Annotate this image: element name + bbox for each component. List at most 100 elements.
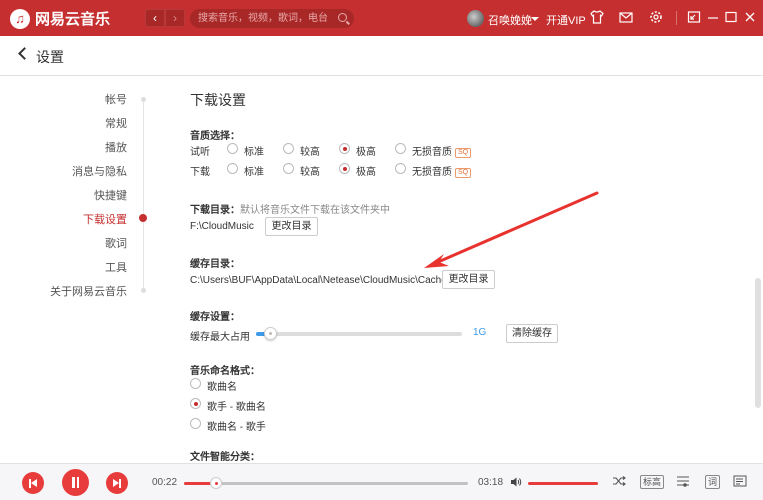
pause-button[interactable]	[62, 469, 89, 496]
gear-icon[interactable]	[648, 10, 664, 26]
search-icon[interactable]	[338, 13, 347, 22]
option-label: 极高	[356, 167, 376, 178]
settings-nav: 帐号 常规 播放 消息与隐私 快捷键 下载设置 歌词 工具 关于网易云音乐	[0, 77, 160, 463]
total-time: 03:18	[478, 477, 504, 488]
clear-cache-button[interactable]: 清除缓存	[506, 324, 558, 343]
scroll-thumb[interactable]	[755, 278, 761, 408]
change-cache-dir-button[interactable]: 更改目录	[442, 270, 495, 289]
change-download-dir-button[interactable]: 更改目录	[265, 217, 318, 236]
page-title: 设置	[36, 49, 64, 65]
option-label: 无损音质 SQ	[412, 143, 472, 158]
cache-dir-path: C:\Users\BUF\AppData\Local\Netease\Cloud…	[190, 275, 447, 286]
download-row-label: 下载	[190, 167, 210, 178]
download-standard-radio[interactable]	[227, 163, 238, 174]
naming-song-artist-radio[interactable]	[190, 418, 201, 429]
cache-size-value: 1G	[473, 327, 487, 338]
maximize-icon[interactable]	[723, 10, 739, 26]
nav-dot	[141, 97, 146, 102]
volume-slider[interactable]	[528, 482, 598, 485]
sq-badge: SQ	[455, 168, 472, 178]
option-label: 极高	[356, 147, 376, 158]
nav-dot-active	[139, 214, 147, 222]
preview-standard-radio[interactable]	[227, 143, 238, 154]
nav-item-about[interactable]: 关于网易云音乐	[50, 283, 127, 299]
prev-button[interactable]	[22, 472, 44, 494]
next-button[interactable]	[106, 472, 128, 494]
option-label: 无损音质 SQ	[412, 163, 472, 178]
nav-timeline	[143, 99, 144, 292]
preview-exhigh-radio[interactable]	[339, 143, 350, 154]
forward-button[interactable]: ›	[165, 9, 185, 27]
cache-slider-knob[interactable]	[264, 327, 277, 340]
page-header: 设置	[0, 36, 763, 76]
cache-slider[interactable]	[256, 332, 462, 336]
playlist-icon[interactable]	[733, 475, 747, 490]
search-placeholder: 搜索音乐，视频，歌词，电台	[198, 13, 328, 24]
naming-songname-radio[interactable]	[190, 378, 201, 389]
download-high-radio[interactable]	[283, 163, 294, 174]
download-dir-title: 下载目录：	[190, 205, 240, 216]
effects-icon[interactable]	[676, 475, 690, 490]
search-input[interactable]: 搜索音乐，视频，歌词，电台	[190, 9, 354, 28]
nav-item-general[interactable]: 常规	[105, 115, 127, 131]
section-title: 下载设置	[190, 92, 246, 108]
naming-option-label: 歌曲名 - 歌手	[207, 422, 266, 433]
lossless-label: 无损音质	[412, 167, 452, 178]
player-bar: 00:22 03:18 标高 词	[0, 463, 763, 500]
skin-icon[interactable]	[589, 10, 605, 26]
nav-item-download[interactable]: 下载设置	[83, 211, 127, 227]
username[interactable]: 召唤娩娩	[488, 12, 532, 28]
nav-item-tools[interactable]: 工具	[105, 259, 127, 275]
mail-icon[interactable]	[618, 10, 634, 26]
avatar[interactable]	[467, 10, 484, 27]
option-label: 较高	[300, 167, 320, 178]
minimize-icon[interactable]	[705, 10, 721, 26]
chevron-down-icon[interactable]	[531, 17, 539, 21]
mini-mode-icon[interactable]	[686, 10, 702, 26]
title-bar: ♫ 网易云音乐 ‹ › 搜索音乐，视频，歌词，电台 召唤娩娩 开通VIP	[0, 0, 763, 36]
progress-knob[interactable]	[210, 477, 222, 489]
download-exhigh-radio[interactable]	[339, 163, 350, 174]
nav-item-playback[interactable]: 播放	[105, 139, 127, 155]
next-icon	[112, 478, 122, 488]
preview-lossless-radio[interactable]	[395, 143, 406, 154]
content-scrollbar[interactable]	[755, 78, 761, 462]
quality-label: 音质选择：	[190, 131, 240, 142]
title-separator	[676, 11, 677, 25]
sq-badge: SQ	[455, 148, 472, 158]
nav-item-shortcuts[interactable]: 快捷键	[94, 187, 127, 203]
lyrics-button[interactable]: 词	[705, 475, 721, 489]
preview-row-label: 试听	[190, 147, 210, 158]
naming-artist-song-radio[interactable]	[190, 398, 201, 409]
chevron-left-icon[interactable]	[18, 47, 31, 60]
volume-icon[interactable]	[510, 476, 522, 488]
option-label: 标准	[244, 147, 264, 158]
download-lossless-radio[interactable]	[395, 163, 406, 174]
nav-dot	[141, 288, 146, 293]
preview-high-radio[interactable]	[283, 143, 294, 154]
naming-option-label: 歌手 - 歌曲名	[207, 402, 266, 413]
cache-dir-label: 缓存目录：	[190, 259, 240, 270]
app-name: 网易云音乐	[35, 11, 111, 28]
history-nav: ‹ ›	[145, 9, 185, 27]
option-label: 较高	[300, 147, 320, 158]
download-dir-hint: 默认将音乐文件下载在该文件夹中	[240, 205, 390, 216]
cache-max-label: 缓存最大占用	[190, 332, 250, 343]
netease-logo-icon: ♫	[10, 8, 30, 29]
nav-item-lyrics[interactable]: 歌词	[105, 235, 127, 251]
nav-item-privacy[interactable]: 消息与隐私	[72, 163, 127, 179]
nav-item-account[interactable]: 帐号	[105, 91, 127, 107]
vip-link[interactable]: 开通VIP	[546, 12, 586, 28]
lossless-label: 无损音质	[412, 147, 452, 158]
quality-badge[interactable]: 标高	[640, 475, 665, 489]
back-button[interactable]: ‹	[145, 9, 165, 27]
download-dir-label: 下载目录：默认将音乐文件下载在该文件夹中	[190, 201, 390, 216]
shuffle-icon[interactable]	[612, 475, 626, 490]
cache-settings-label: 缓存设置：	[190, 312, 240, 323]
smart-classify-label: 文件智能分类：	[190, 452, 260, 463]
download-dir-path: F:\CloudMusic	[190, 221, 254, 232]
progress-bar[interactable]	[184, 482, 468, 485]
close-icon[interactable]	[742, 10, 758, 26]
option-label: 标准	[244, 167, 264, 178]
app-logo[interactable]: ♫ 网易云音乐	[10, 8, 110, 29]
